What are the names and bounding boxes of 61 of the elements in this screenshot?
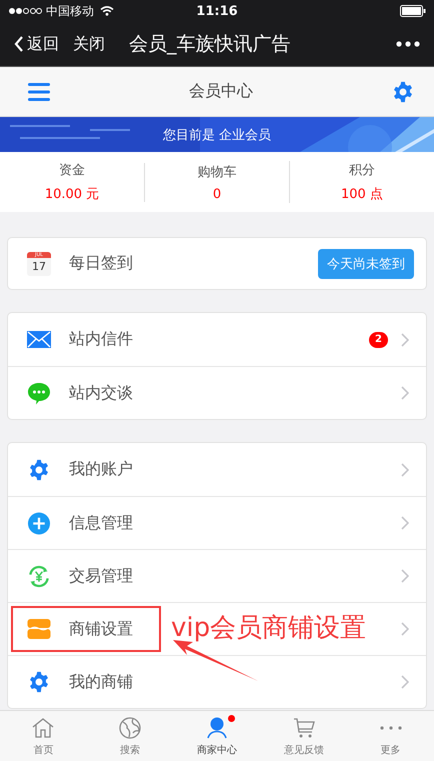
home-icon [32, 718, 54, 738]
chevron-icon [401, 516, 409, 530]
menu-item-label: 我的账户 [69, 459, 133, 480]
chat-bubble-icon [27, 382, 51, 404]
menu-item-label: 交易管理 [69, 566, 133, 586]
envelope-icon [27, 331, 51, 348]
header-title: 会员中心 [189, 81, 253, 102]
notification-dot [228, 715, 235, 722]
person-icon [206, 717, 228, 739]
stat-value: 100 点 [341, 186, 383, 203]
tab[interactable]: 商家中心 [174, 711, 260, 761]
menu-item[interactable]: 站内交谈 [8, 366, 426, 419]
menu-item-label: 站内信件 [69, 329, 133, 350]
back-button[interactable]: 返回 [14, 34, 59, 54]
gear-icon [27, 671, 51, 693]
stat-value: 10.00 元 [44, 186, 100, 203]
battery-icon [400, 5, 426, 17]
back-icon [14, 35, 24, 53]
tab[interactable]: 意见反馈 [260, 711, 348, 761]
settings-icon[interactable] [392, 80, 414, 102]
chevron-icon [401, 622, 409, 636]
yen-exchange-icon [27, 564, 51, 588]
gear-icon [27, 458, 51, 480]
tab[interactable]: 搜索 [86, 711, 174, 761]
stat-label: 积分 [349, 162, 375, 179]
annotation-text: vip会员商铺设置 [171, 612, 366, 644]
chevron-icon [401, 332, 409, 346]
more-dots-icon [380, 726, 402, 730]
menu-item[interactable]: 信息管理 [8, 496, 426, 549]
menu-item[interactable]: 站内信件 2 [8, 313, 426, 366]
chevron-icon [401, 462, 409, 476]
menu-item-label: 我的商铺 [69, 672, 133, 692]
stat-label: 购物车 [198, 164, 236, 180]
menu-item-label: 站内交谈 [69, 382, 133, 404]
carrier-name: 中国移动 [46, 2, 94, 20]
globe-icon [119, 717, 142, 739]
cart-icon [292, 717, 315, 739]
chevron-icon [401, 569, 409, 583]
clock-time: 11:16 [196, 4, 238, 18]
stat-label: 资金 [59, 162, 85, 179]
menu-icon[interactable] [28, 82, 50, 100]
member-status-text: 您目前是 企业会员 [162, 126, 272, 144]
tab[interactable]: 首页 [0, 711, 87, 761]
unread-count: 2 [369, 332, 388, 348]
wifi-icon [100, 6, 114, 16]
chevron-icon [401, 675, 409, 689]
menu-item-label: 信息管理 [69, 512, 133, 534]
page-title: 会员_车族快讯广告 [129, 32, 290, 57]
menu-item[interactable]: 商铺设置 vip会员商铺设置 [8, 602, 426, 655]
menu-item-label: 商铺设置 [69, 618, 133, 640]
chevron-icon [401, 386, 409, 400]
more-icon[interactable] [396, 41, 420, 47]
signal-icon [8, 7, 42, 15]
plus-icon [27, 512, 51, 534]
checkin-label: 每日签到 [69, 253, 133, 274]
menu-item[interactable]: 我的账户 [8, 443, 426, 496]
stat-value: 0 [212, 186, 222, 202]
tab[interactable]: 更多 [347, 711, 434, 761]
shop-icon [27, 619, 51, 639]
close-button[interactable]: 关闭 [73, 34, 105, 54]
menu-item[interactable]: 交易管理 [8, 549, 426, 602]
